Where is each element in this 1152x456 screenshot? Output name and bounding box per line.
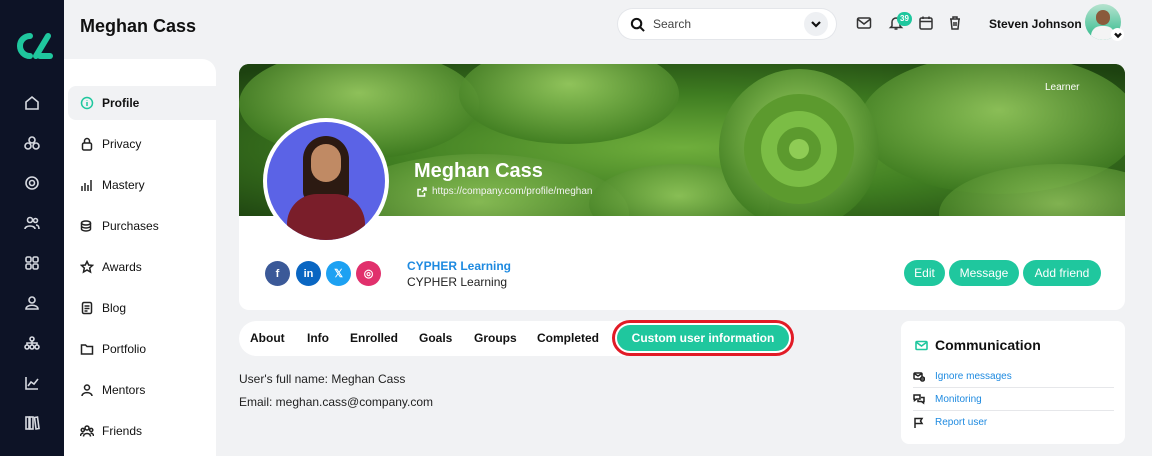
target-icon[interactable]: [22, 173, 42, 193]
sidebar-item-portfolio[interactable]: Portfolio: [68, 332, 216, 366]
folder-icon: [80, 344, 94, 355]
sidebar-item-profile[interactable]: Profile: [68, 86, 216, 120]
coins-icon: [80, 220, 92, 232]
x-icon[interactable]: 𝕏: [326, 261, 351, 286]
star-icon: [80, 260, 94, 274]
flag-icon: [914, 417, 924, 428]
user-menu-chevron[interactable]: [1111, 28, 1124, 41]
user-full-name: User's full name: Meghan Cass: [239, 372, 406, 386]
organization-link[interactable]: CYPHER Learning: [407, 259, 511, 273]
chart-icon[interactable]: [22, 373, 42, 393]
message-button[interactable]: Message: [949, 260, 1019, 286]
apps-icon[interactable]: [22, 253, 42, 273]
profile-url[interactable]: https://company.com/profile/meghan: [417, 186, 592, 197]
sidebar-item-label: Mentors: [102, 383, 146, 397]
cypher-logo[interactable]: [10, 30, 54, 62]
user-icon[interactable]: [22, 293, 42, 313]
calendar-icon[interactable]: [918, 15, 934, 31]
user-name[interactable]: Steven Johnson: [989, 17, 1082, 31]
tab-groups[interactable]: Groups: [474, 321, 517, 356]
ignore-messages-label: Ignore messages: [935, 370, 1012, 382]
library-icon[interactable]: [22, 413, 42, 433]
lock-icon: [81, 137, 93, 151]
home-icon[interactable]: [22, 93, 42, 113]
left-rail: [0, 0, 64, 456]
envelope-icon: [915, 339, 928, 352]
friends-icon: [80, 425, 94, 437]
instagram-icon[interactable]: ◎: [356, 261, 381, 286]
mute-icon: [913, 372, 925, 382]
chevron-down-icon: [811, 21, 821, 28]
sidebar-item-label: Privacy: [102, 137, 142, 151]
search-icon: [630, 17, 645, 32]
search-input[interactable]: [653, 17, 793, 31]
communication-panel: Communication Ignore messages Monitoring…: [901, 321, 1125, 444]
sidebar-item-label: Profile: [102, 96, 140, 110]
sidebar-item-purchases[interactable]: Purchases: [68, 209, 216, 243]
sidebar-item-privacy[interactable]: Privacy: [68, 127, 216, 161]
sidebar-item-mastery[interactable]: Mastery: [68, 168, 216, 202]
sidebar-item-label: Friends: [102, 424, 143, 438]
sidebar-item-label: Blog: [102, 301, 127, 315]
sidebar-item-awards[interactable]: Awards: [68, 250, 216, 284]
sidebar-item-label: Mastery: [102, 178, 145, 192]
document-icon: [81, 301, 93, 315]
ignore-messages-link[interactable]: Ignore messages: [913, 365, 1114, 388]
catalog-icon[interactable]: [22, 133, 42, 153]
profile-sidebar: Profile Privacy Mastery Purchases Awards…: [64, 59, 216, 456]
tab-custom-user-information[interactable]: Custom user information: [617, 325, 789, 351]
tab-completed[interactable]: Completed: [537, 321, 599, 356]
chat-bubbles-icon: [913, 394, 925, 405]
people-icon[interactable]: [22, 213, 42, 233]
sidebar-item-mentors[interactable]: Mentors: [68, 373, 216, 407]
profile-avatar: [263, 118, 389, 244]
monitoring-label: Monitoring: [935, 393, 982, 405]
search-bar[interactable]: [618, 9, 836, 39]
edit-button[interactable]: Edit: [904, 260, 945, 286]
monitoring-link[interactable]: Monitoring: [913, 388, 1114, 411]
bars-icon: [81, 180, 92, 191]
sidebar-item-label: Purchases: [102, 219, 159, 233]
info-icon: [80, 96, 94, 110]
mentor-icon: [81, 384, 93, 397]
external-link-icon: [417, 186, 427, 197]
add-friend-button[interactable]: Add friend: [1023, 260, 1101, 286]
chevron-down-icon: [1113, 32, 1122, 38]
network-icon[interactable]: [22, 333, 42, 353]
communication-title: Communication: [935, 337, 1041, 353]
tab-enrolled[interactable]: Enrolled: [350, 321, 398, 356]
tab-info[interactable]: Info: [307, 321, 329, 356]
trash-icon[interactable]: [947, 15, 963, 31]
sidebar-item-friends[interactable]: Friends: [68, 414, 216, 448]
linkedin-icon[interactable]: in: [296, 261, 321, 286]
profile-url-text: https://company.com/profile/meghan: [432, 186, 593, 197]
sidebar-item-label: Awards: [102, 260, 142, 274]
organization-name: CYPHER Learning: [407, 275, 508, 289]
tab-goals[interactable]: Goals: [419, 321, 452, 356]
report-user-link[interactable]: Report user: [913, 411, 1114, 434]
sidebar-item-label: Portfolio: [102, 342, 147, 356]
mail-icon[interactable]: [856, 15, 872, 31]
user-email: Email: meghan.cass@company.com: [239, 395, 434, 409]
notification-badge: 39: [897, 12, 912, 26]
profile-name: Meghan Cass: [414, 160, 543, 182]
page-title: Meghan Cass: [80, 16, 197, 36]
profile-card: Learner Meghan Cass https://company.com/…: [239, 64, 1125, 310]
sidebar-item-blog[interactable]: Blog: [68, 291, 216, 325]
report-user-label: Report user: [935, 417, 988, 428]
tab-about[interactable]: About: [250, 321, 285, 356]
search-scope-dropdown[interactable]: [804, 12, 828, 36]
facebook-icon[interactable]: f: [265, 261, 290, 286]
role-label: Learner: [1045, 82, 1080, 93]
